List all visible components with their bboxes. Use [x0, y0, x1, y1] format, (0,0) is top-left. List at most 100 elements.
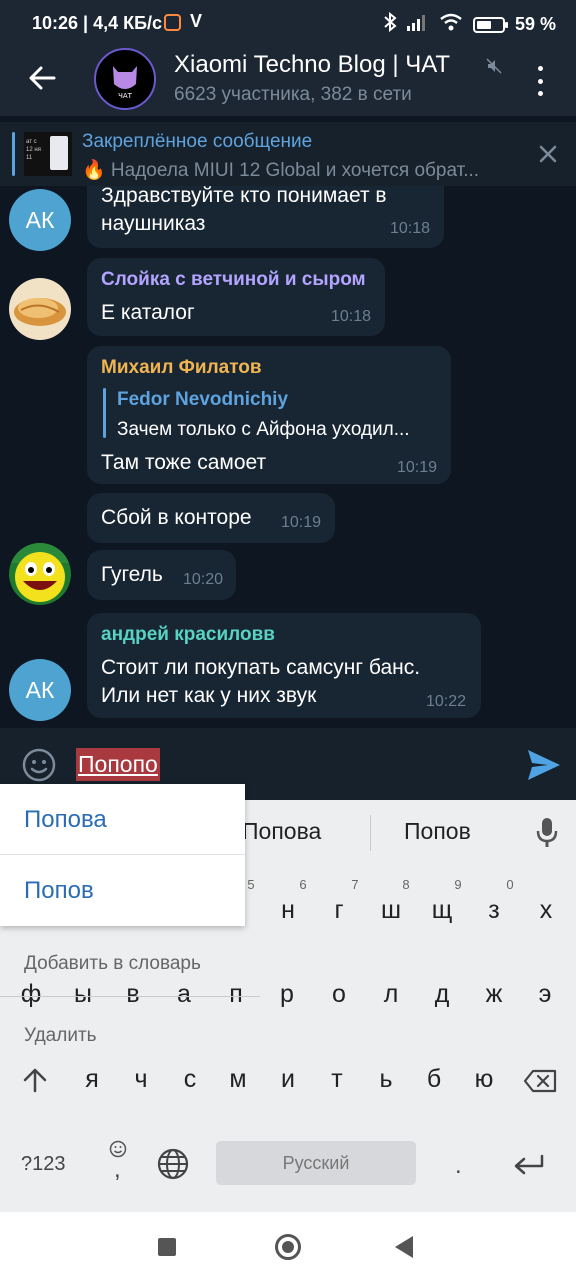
key[interactable]: ю	[464, 1065, 504, 1094]
autocomplete-popup: Попова Попов	[0, 784, 245, 926]
key[interactable]: з	[474, 896, 514, 925]
navigation-bar	[0, 1212, 576, 1280]
key[interactable]: н	[268, 896, 308, 925]
avatar[interactable]: АК	[9, 189, 71, 251]
message-list[interactable]: АК Здравствуйте кто понимает в наушниказ…	[0, 186, 576, 728]
shift-icon[interactable]	[22, 1067, 48, 1098]
avatar[interactable]	[9, 543, 71, 605]
status-bar: 10:26 | 4,4 КБ/с V 59 %	[0, 0, 576, 48]
message-bubble[interactable]: Здравствуйте кто понимает в наушниказ 10…	[87, 186, 444, 248]
key[interactable]: т	[317, 1065, 357, 1094]
comma-key[interactable]: ,	[114, 1156, 121, 1184]
globe-icon[interactable]	[157, 1148, 189, 1185]
message-text: Сбой в конторе	[101, 506, 252, 529]
avatar[interactable]	[9, 278, 71, 340]
key[interactable]: ь	[366, 1065, 406, 1094]
message-time: 10:20	[183, 571, 224, 588]
key[interactable]: л	[371, 980, 411, 1009]
key[interactable]: ж	[474, 980, 514, 1009]
key[interactable]: э	[525, 980, 565, 1009]
message-time: 10:19	[397, 459, 438, 476]
suggestion-1[interactable]: Попова	[242, 818, 321, 845]
close-pinned-icon[interactable]	[538, 144, 558, 169]
space-bar-label: Русский	[282, 1152, 350, 1173]
message-text: Здравствуйте кто понимает в	[101, 186, 387, 207]
battery-percent: 59 %	[514, 14, 556, 34]
message-time: 10:18	[390, 220, 431, 237]
popup-suggestion[interactable]: Попова	[24, 806, 107, 834]
message-text: Е каталог	[101, 301, 195, 324]
back-arrow-icon[interactable]	[24, 60, 60, 96]
number-hint: 0	[506, 877, 514, 892]
pinned-thumb-text: ат с 12 ня 11	[26, 139, 41, 161]
key[interactable]: г	[319, 896, 359, 925]
key[interactable]: д	[422, 980, 462, 1009]
key[interactable]: с	[170, 1065, 210, 1094]
quote-indicator	[103, 388, 106, 438]
symbols-key[interactable]: ?123	[21, 1153, 66, 1176]
more-options-icon[interactable]	[530, 66, 550, 96]
key[interactable]: я	[72, 1065, 112, 1094]
suggestion-2[interactable]: Попов	[404, 818, 471, 845]
key[interactable]: ч	[121, 1065, 161, 1094]
sender-name[interactable]: Слойка с ветчиной и сыром	[101, 269, 366, 291]
message-bubble[interactable]: Гугель 10:20	[87, 550, 236, 600]
avatar[interactable]: АК	[9, 659, 71, 721]
key[interactable]: ф	[11, 980, 51, 1009]
key[interactable]: б	[414, 1065, 454, 1094]
chat-title[interactable]: Xiaomi Techno Blog | ЧАТ	[174, 51, 450, 79]
message-bubble[interactable]: Слойка с ветчиной и сыром Е каталог 10:1…	[87, 258, 385, 336]
message-bubble[interactable]: андрей красиловв Стоит ли покупать самсу…	[87, 613, 481, 718]
wifi-icon	[439, 13, 463, 36]
key[interactable]: а	[164, 980, 204, 1009]
key[interactable]: ы	[63, 980, 103, 1009]
key[interactable]: п	[216, 980, 256, 1009]
send-icon[interactable]	[526, 748, 562, 782]
sender-name[interactable]: андрей красиловв	[101, 624, 275, 646]
number-hint: 9	[454, 877, 462, 892]
period-key[interactable]: .	[455, 1152, 462, 1180]
key[interactable]: м	[218, 1065, 258, 1094]
status-time: 10:26 | 4,4 КБ/с	[32, 13, 163, 33]
bluetooth-icon	[383, 11, 397, 37]
number-hint: 7	[351, 877, 359, 892]
message-text: Стоит ли покупать самсунг банс.	[101, 656, 421, 679]
message-bubble[interactable]: Сбой в конторе 10:19	[87, 493, 335, 543]
popup-suggestion[interactable]: Попов	[24, 877, 94, 905]
back-icon[interactable]	[395, 1236, 413, 1258]
key[interactable]: ш	[371, 896, 411, 925]
chat-avatar[interactable]: ЧАТ	[94, 48, 156, 110]
number-hint: 8	[402, 877, 410, 892]
status-icons: 59 %	[383, 11, 556, 37]
key[interactable]: о	[319, 980, 359, 1009]
sender-name[interactable]: Михаил Филатов	[101, 357, 262, 379]
pinned-message[interactable]: ат с 12 ня 11 Закреплённое сообщение 🔥 Н…	[0, 122, 576, 186]
signal-icon	[406, 13, 429, 36]
quote-text[interactable]: Зачем только с Айфона уходил...	[117, 419, 410, 441]
message-text: Или нет как у них звук	[101, 684, 317, 707]
battery-icon	[472, 16, 508, 33]
home-icon[interactable]	[275, 1234, 301, 1260]
key[interactable]: щ	[422, 896, 462, 925]
emoji-icon[interactable]	[22, 748, 56, 782]
delete-word[interactable]: Удалить	[24, 1025, 97, 1047]
quote-sender[interactable]: Fedor Nevodnichiy	[117, 389, 288, 411]
key[interactable]: и	[268, 1065, 308, 1094]
microphone-icon[interactable]	[536, 817, 558, 849]
menu-divider	[0, 996, 260, 997]
notification-icon	[164, 14, 181, 31]
message-text: Гугель	[101, 563, 163, 586]
message-text: Там тоже самоет	[101, 451, 267, 474]
message-bubble[interactable]: Михаил Филатов Fedor Nevodnichiy Зачем т…	[87, 346, 451, 484]
message-time: 10:19	[281, 514, 322, 531]
recents-icon[interactable]	[158, 1238, 176, 1256]
add-to-dictionary[interactable]: Добавить в словарь	[24, 953, 201, 975]
message-input[interactable]: Попопо	[76, 748, 160, 781]
key[interactable]: р	[267, 980, 307, 1009]
space-bar[interactable]: Русский	[216, 1141, 416, 1185]
enter-icon[interactable]	[513, 1153, 545, 1182]
key[interactable]: в	[113, 980, 153, 1009]
message-text: наушниказ	[101, 212, 206, 235]
backspace-icon[interactable]	[523, 1069, 557, 1098]
key[interactable]: х	[526, 896, 566, 925]
